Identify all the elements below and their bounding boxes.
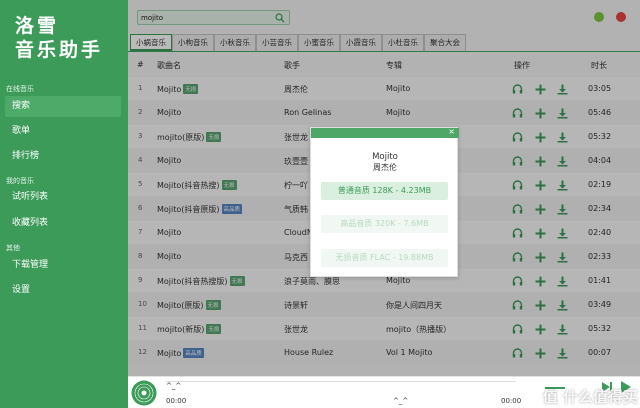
album-disc-icon[interactable] bbox=[131, 380, 157, 406]
close-icon[interactable]: × bbox=[448, 127, 455, 136]
current-time: 00:00 bbox=[166, 397, 187, 405]
sidebar-item-search[interactable]: 搜索 bbox=[5, 96, 121, 117]
quality-dialog: × Mojito 周杰伦 普通音质 128K - 4.23MB 高品音质 320… bbox=[310, 127, 459, 277]
total-time: 00:00 bbox=[501, 397, 522, 405]
section-online-music: 在线音乐 bbox=[6, 85, 34, 93]
sidebar: 洛雪 音乐助手 在线音乐 搜索 歌单 排行榜 我的音乐 试听列表 收藏列表 其他… bbox=[0, 0, 128, 408]
player-title: ^_^ bbox=[166, 382, 182, 390]
progress-bar[interactable] bbox=[166, 381, 516, 382]
sidebar-item-trial-list[interactable]: 试听列表 bbox=[5, 187, 121, 208]
sidebar-item-settings[interactable]: 设置 bbox=[5, 280, 121, 301]
player-center-text: ^_^ bbox=[393, 397, 409, 405]
dialog-artist: 周杰伦 bbox=[373, 163, 397, 172]
quality-standard-button[interactable]: 普通音质 128K - 4.23MB bbox=[321, 182, 448, 200]
quality-high-button[interactable]: 高品音质 320K - 7.6MB bbox=[321, 215, 448, 233]
sidebar-item-charts[interactable]: 排行榜 bbox=[5, 146, 121, 167]
dialog-header: × bbox=[311, 127, 459, 138]
app-logo: 洛雪 音乐助手 bbox=[15, 14, 103, 62]
section-other: 其他 bbox=[6, 244, 20, 252]
section-my-music: 我的音乐 bbox=[6, 177, 34, 185]
quality-lossless-button[interactable]: 无损音质 FLAC - 19.88MB bbox=[321, 249, 448, 267]
sidebar-item-downloads[interactable]: 下载管理 bbox=[5, 255, 121, 276]
app-window: 洛雪 音乐助手 在线音乐 搜索 歌单 排行榜 我的音乐 试听列表 收藏列表 其他… bbox=[0, 0, 640, 408]
dialog-song-title: Mojito bbox=[372, 152, 398, 162]
sidebar-item-playlists[interactable]: 歌单 bbox=[5, 121, 121, 142]
watermark: 值 什么值得买 bbox=[542, 388, 638, 406]
logo-line-2: 音乐助手 bbox=[15, 39, 104, 61]
sidebar-item-favorites[interactable]: 收藏列表 bbox=[5, 213, 121, 234]
logo-line-1: 洛雪 bbox=[15, 15, 60, 37]
